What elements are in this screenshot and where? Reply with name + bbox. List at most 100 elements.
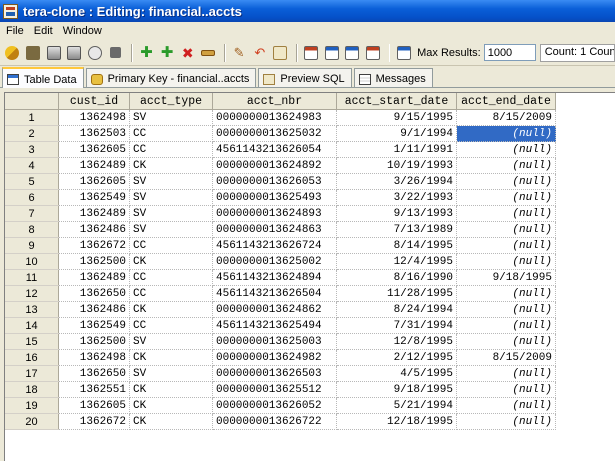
cell-acct-type[interactable]: CK: [129, 397, 213, 414]
table-row[interactable]: 17 1362650 SV 0000000013626503 4/5/1995 (null…: [5, 365, 556, 382]
tab-messages[interactable]: Messages: [353, 68, 433, 87]
undo-icon[interactable]: ↶: [250, 43, 269, 63]
row-number[interactable]: 10: [5, 253, 59, 270]
table-row[interactable]: 7 1362489 SV 0000000013624893 9/13/1993 (null…: [5, 205, 556, 222]
column-header-acct-end-date[interactable]: acct_end_date: [456, 93, 556, 110]
cell-acct-end-date[interactable]: (null): [456, 125, 556, 142]
cell-acct-end-date[interactable]: (null): [456, 365, 556, 382]
tab-table-data[interactable]: Table Data: [2, 67, 84, 88]
cell-acct-start-date[interactable]: 9/18/1995: [336, 381, 457, 398]
cell-acct-nbr[interactable]: 0000000013626722: [212, 413, 337, 430]
cell-acct-start-date[interactable]: 7/31/1994: [336, 317, 457, 334]
cell-acct-type[interactable]: SV: [129, 333, 213, 350]
cell-acct-end-date[interactable]: (null): [456, 317, 556, 334]
table-row[interactable]: 3 1362605 CC 4561143213626054 1/11/1991 (null…: [5, 141, 556, 158]
row-number[interactable]: 20: [5, 413, 59, 430]
cell-acct-type[interactable]: CK: [129, 157, 213, 174]
tab-preview-sql[interactable]: Preview SQL: [258, 68, 352, 87]
row-number[interactable]: 13: [5, 301, 59, 318]
cell-acct-start-date[interactable]: 1/11/1991: [336, 141, 457, 158]
cell-acct-type[interactable]: SV: [129, 205, 213, 222]
cell-acct-start-date[interactable]: 9/15/1995: [336, 109, 457, 126]
cell-cust-id[interactable]: 1362489: [58, 269, 130, 286]
table-row[interactable]: 1 1362498 SV 0000000013624983 9/15/1995 8/15/…: [5, 109, 556, 126]
cell-acct-end-date[interactable]: (null): [456, 189, 556, 206]
table-row[interactable]: 10 1362500 CK 0000000013625002 12/4/1995 (nul…: [5, 253, 556, 270]
table-row[interactable]: 4 1362489 CK 0000000013624892 10/19/1993 (nul…: [5, 157, 556, 174]
edit-icon[interactable]: ✎: [230, 43, 249, 63]
table-row[interactable]: 12 1362650 CC 4561143213626504 11/28/1995 (nu…: [5, 285, 556, 302]
cell-acct-nbr[interactable]: 4561143213626054: [212, 141, 337, 158]
cell-cust-id[interactable]: 1362551: [58, 381, 130, 398]
cell-acct-end-date[interactable]: 8/15/2009: [456, 349, 556, 366]
cell-acct-type[interactable]: CC: [129, 141, 213, 158]
stop-icon[interactable]: [106, 43, 125, 63]
column-header-acct-start-date[interactable]: acct_start_date: [336, 93, 457, 110]
cell-acct-end-date[interactable]: (null): [456, 237, 556, 254]
table-row[interactable]: 20 1362672 CK 0000000013626722 12/18/1995 (nu…: [5, 413, 556, 430]
cell-cust-id[interactable]: 1362605: [58, 397, 130, 414]
cell-cust-id[interactable]: 1362498: [58, 349, 130, 366]
cell-cust-id[interactable]: 1362486: [58, 221, 130, 238]
data-grid[interactable]: cust_id acct_type acct_nbr acct_start_da…: [4, 92, 615, 461]
row-number[interactable]: 17: [5, 365, 59, 382]
cell-cust-id[interactable]: 1362672: [58, 413, 130, 430]
cell-acct-type[interactable]: SV: [129, 365, 213, 382]
table-row[interactable]: 13 1362486 CK 0000000013624862 8/24/1994 (nul…: [5, 301, 556, 318]
add-icon[interactable]: ✚: [158, 43, 177, 63]
refresh-icon[interactable]: [3, 43, 22, 63]
cell-acct-start-date[interactable]: 4/5/1995: [336, 365, 457, 382]
cell-acct-type[interactable]: CK: [129, 349, 213, 366]
cell-acct-start-date[interactable]: 12/8/1995: [336, 333, 457, 350]
cell-acct-end-date[interactable]: (null): [456, 381, 556, 398]
cell-acct-end-date[interactable]: (null): [456, 253, 556, 270]
cell-acct-end-date[interactable]: (null): [456, 285, 556, 302]
cell-acct-start-date[interactable]: 9/1/1994: [336, 125, 457, 142]
cell-acct-start-date[interactable]: 12/4/1995: [336, 253, 457, 270]
cell-cust-id[interactable]: 1362650: [58, 285, 130, 302]
row-number[interactable]: 7: [5, 205, 59, 222]
cell-acct-nbr[interactable]: 0000000013626503: [212, 365, 337, 382]
row-number[interactable]: 16: [5, 349, 59, 366]
row-number[interactable]: 2: [5, 125, 59, 142]
cell-acct-end-date[interactable]: (null): [456, 157, 556, 174]
cell-acct-end-date[interactable]: (null): [456, 301, 556, 318]
column-header-cust-id[interactable]: cust_id: [58, 93, 130, 110]
cell-acct-start-date[interactable]: 9/13/1993: [336, 205, 457, 222]
form-icon[interactable]: [343, 43, 362, 63]
cell-acct-nbr[interactable]: 0000000013624862: [212, 301, 337, 318]
cell-acct-end-date[interactable]: (null): [456, 397, 556, 414]
cell-acct-type[interactable]: CC: [129, 269, 213, 286]
cell-cust-id[interactable]: 1362489: [58, 157, 130, 174]
table-row[interactable]: 16 1362498 CK 0000000013624982 2/12/1995 8/15…: [5, 349, 556, 366]
cell-acct-type[interactable]: SV: [129, 189, 213, 206]
delete-row-icon[interactable]: ✖: [178, 43, 197, 63]
cell-acct-start-date[interactable]: 5/21/1994: [336, 397, 457, 414]
row-number[interactable]: 18: [5, 381, 59, 398]
cell-acct-type[interactable]: SV: [129, 221, 213, 238]
cell-cust-id[interactable]: 1362650: [58, 365, 130, 382]
cell-acct-end-date[interactable]: 8/15/2009: [456, 109, 556, 126]
cell-cust-id[interactable]: 1362489: [58, 205, 130, 222]
execute-icon[interactable]: [44, 43, 63, 63]
cell-acct-start-date[interactable]: 3/22/1993: [336, 189, 457, 206]
cell-acct-nbr[interactable]: 0000000013624893: [212, 205, 337, 222]
cell-acct-start-date[interactable]: 12/18/1995: [336, 413, 457, 430]
cell-cust-id[interactable]: 1362500: [58, 333, 130, 350]
cell-acct-type[interactable]: CC: [129, 285, 213, 302]
cell-acct-end-date[interactable]: (null): [456, 221, 556, 238]
cell-acct-start-date[interactable]: 8/24/1994: [336, 301, 457, 318]
cell-acct-nbr[interactable]: 4561143213624894: [212, 269, 337, 286]
cell-acct-nbr[interactable]: 0000000013624983: [212, 109, 337, 126]
column-header-acct-type[interactable]: acct_type: [129, 93, 213, 110]
cell-acct-nbr[interactable]: 0000000013624982: [212, 349, 337, 366]
row-number[interactable]: 15: [5, 333, 59, 350]
cell-acct-nbr[interactable]: 0000000013624863: [212, 221, 337, 238]
cell-cust-id[interactable]: 1362672: [58, 237, 130, 254]
max-results-input[interactable]: [483, 44, 536, 61]
report-icon[interactable]: [364, 43, 383, 63]
cell-cust-id[interactable]: 1362605: [58, 141, 130, 158]
query-icon[interactable]: [322, 43, 341, 63]
cell-acct-type[interactable]: SV: [129, 173, 213, 190]
cell-acct-type[interactable]: CC: [129, 125, 213, 142]
